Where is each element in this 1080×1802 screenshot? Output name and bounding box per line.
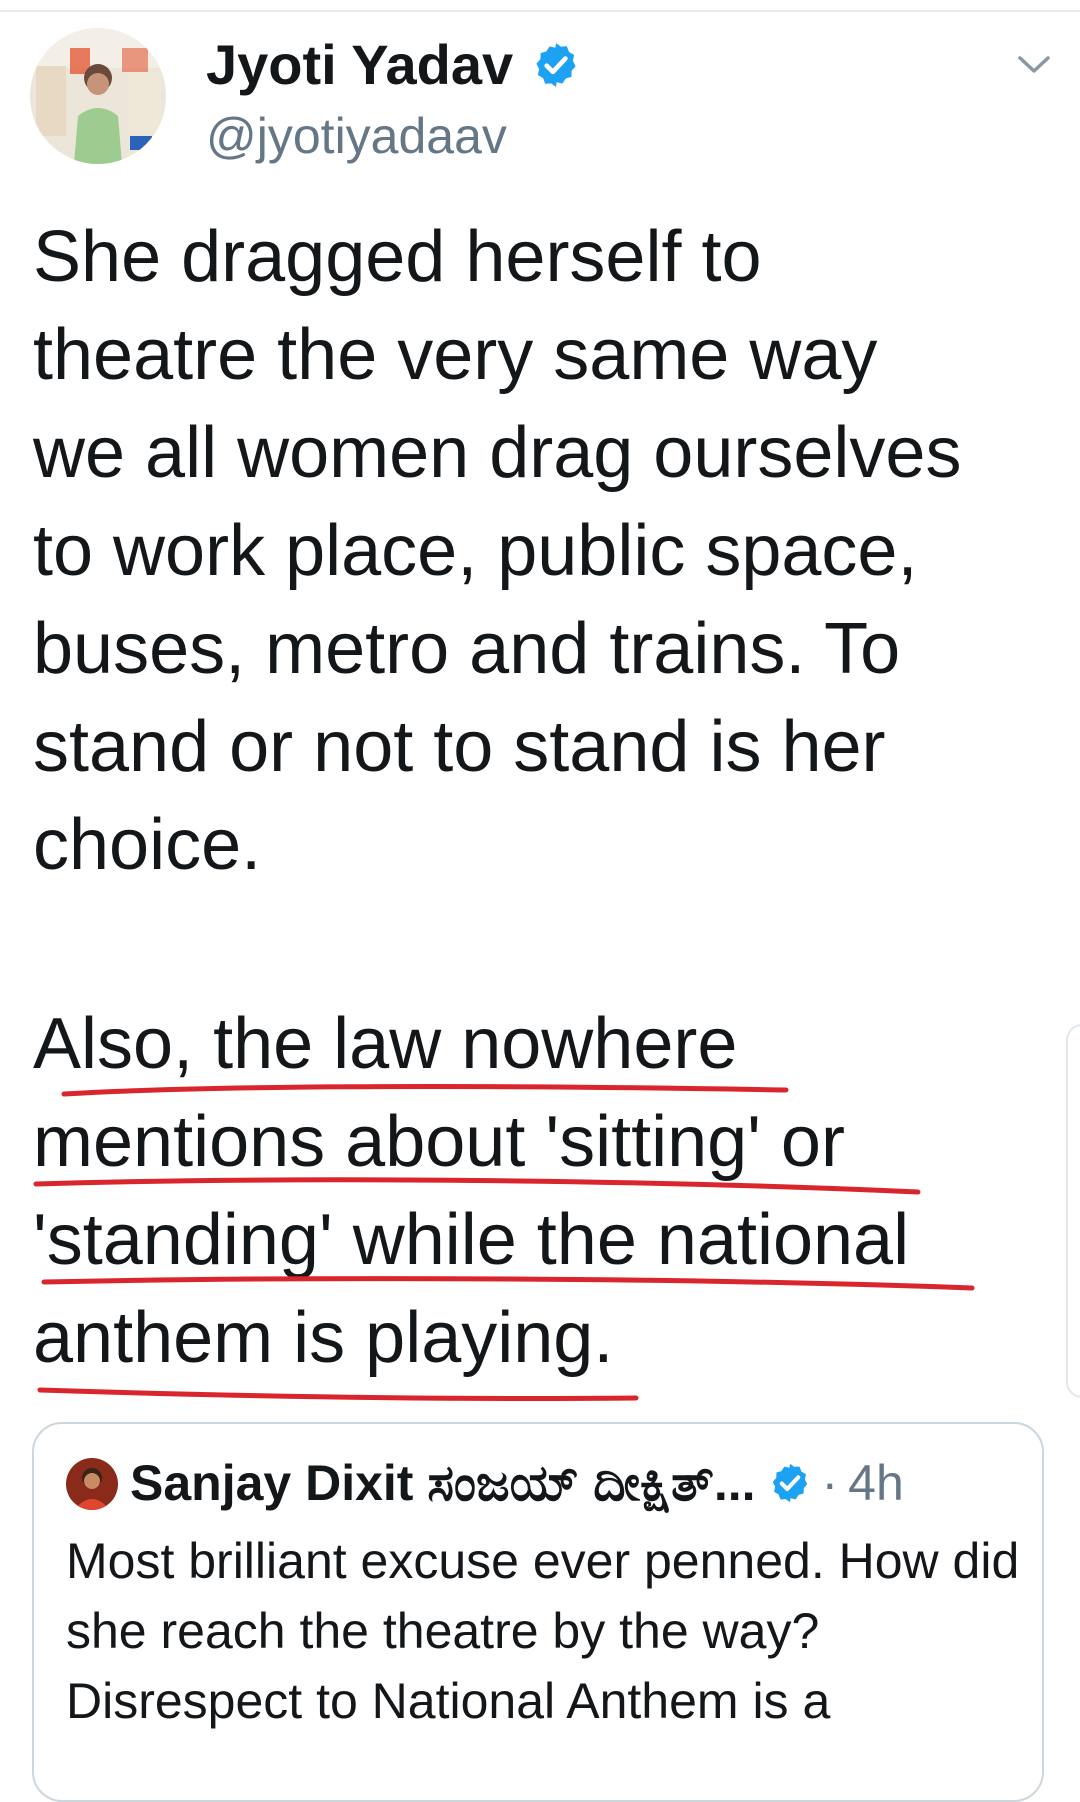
profile-photo-icon xyxy=(66,1458,118,1510)
quoted-tweet-timestamp[interactable]: 4h xyxy=(848,1450,904,1516)
side-scroll-tab[interactable] xyxy=(1066,1024,1080,1398)
quoted-author-name[interactable]: Sanjay Dixit ಸಂಜಯ್ ದೀಕ್ಷಿತ್... xyxy=(130,1450,756,1516)
quoted-tweet-header: Sanjay Dixit ಸಂಜಯ್ ದೀಕ್ಷಿತ್... · 4h xyxy=(130,1450,1030,1516)
top-divider xyxy=(0,10,1080,12)
tweet-body-line: mentions about 'sitting' or xyxy=(33,1102,845,1182)
tweet-body-line: anthem is playing. xyxy=(33,1298,614,1378)
verified-badge-icon xyxy=(772,1463,807,1503)
author-avatar[interactable] xyxy=(30,28,166,164)
author-handle[interactable]: @jyotiyadaav xyxy=(206,104,507,168)
underline-stroke-4 xyxy=(37,1387,639,1402)
quoted-tweet-card[interactable]: Sanjay Dixit ಸಂಜಯ್ ದೀಕ್ಷಿತ್... · 4h Most… xyxy=(32,1422,1044,1802)
verified-badge-icon xyxy=(536,43,576,87)
author-name-row[interactable]: Jyoti Yadav xyxy=(206,30,581,100)
quoted-tweet-body: Most brilliant excuse ever penned. How d… xyxy=(66,1533,1020,1729)
tweet-body-line: 'standing' while the national xyxy=(33,1200,910,1280)
tweet-body-paragraph-1: She dragged herself to theatre the very … xyxy=(33,217,962,885)
chevron-down-icon[interactable] xyxy=(1016,50,1052,78)
tweet-body-paragraph-2: Also, the law nowhere mentions about 'si… xyxy=(33,995,1063,1387)
quoted-author-avatar[interactable] xyxy=(66,1458,118,1510)
header-separator: · xyxy=(821,1455,839,1511)
tweet-body-line: Also, the law nowhere xyxy=(33,1004,738,1084)
author-name[interactable]: Jyoti Yadav xyxy=(206,30,513,100)
profile-photo-icon xyxy=(30,28,166,164)
